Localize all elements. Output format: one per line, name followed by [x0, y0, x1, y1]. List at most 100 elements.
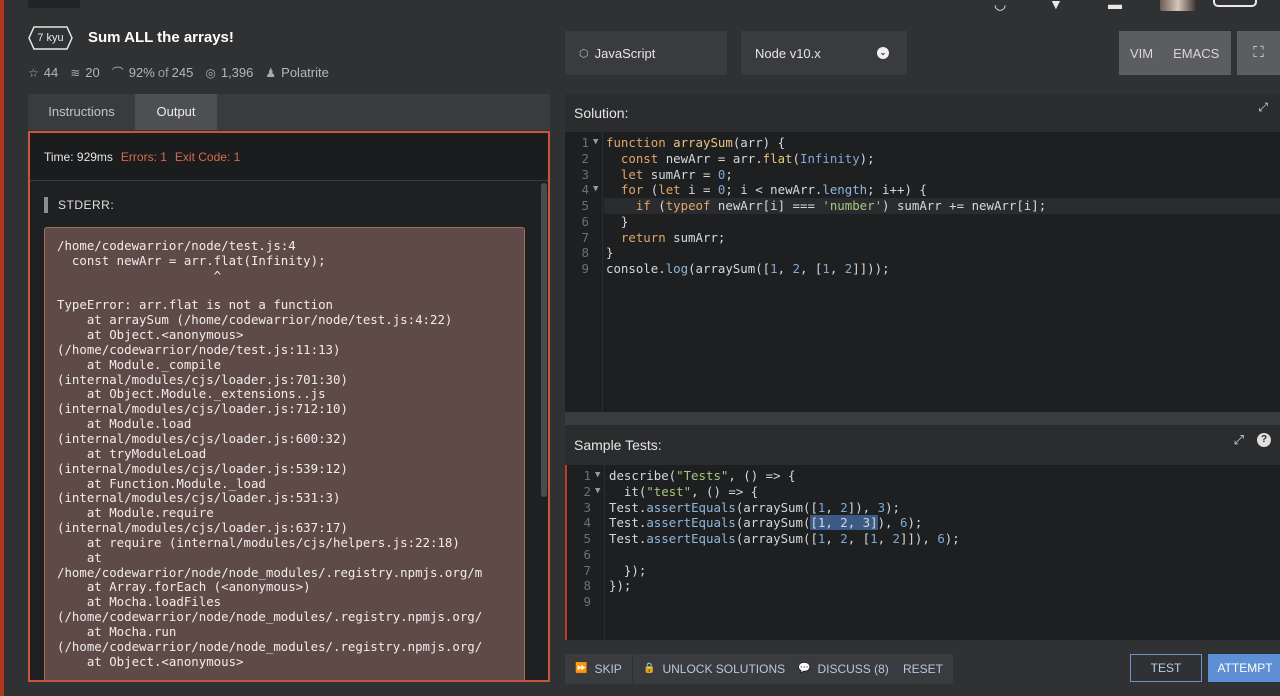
target-icon: ◎ [205, 65, 216, 80]
code-token: ; [725, 166, 733, 182]
code-text: if (typeof newArr[i] === 'number') sumAr… [606, 198, 1046, 214]
vim-mode-button[interactable]: VIM [1130, 46, 1153, 61]
help-icon[interactable]: ? [1257, 433, 1271, 447]
line-number: 6 [581, 213, 589, 229]
line-number: 7 [583, 562, 591, 578]
discuss-label: DISCUSS (8) [817, 662, 889, 676]
expand-icon[interactable]: ⤢ [1258, 94, 1268, 120]
code-text: Test.assertEquals(arraySum([1, 2, 3]), 6… [609, 515, 922, 531]
author-stat[interactable]: ♟ Polatrite [265, 65, 328, 80]
author-name[interactable]: Polatrite [281, 65, 329, 80]
completions-count: 1,396 [220, 65, 254, 80]
code-token: ; i < newArr. [725, 182, 823, 198]
line-number: 4 [581, 182, 589, 198]
code-token: ; i++) { [867, 182, 927, 198]
code-token: Test. [609, 499, 647, 515]
scrollbar-thumb[interactable] [541, 183, 547, 497]
code-token: assertEquals [646, 499, 736, 515]
sample-tests-label: Sample Tests: [574, 437, 662, 453]
fold-arrow-icon[interactable]: ▼ [595, 484, 600, 500]
lock-icon: 🔒 [643, 663, 656, 674]
panel-divider[interactable] [565, 412, 1280, 425]
line-number: 5 [581, 198, 589, 213]
discuss-button[interactable]: 💬 DISCUSS (8) [788, 654, 899, 684]
bookmark-icon[interactable]: ▼ [1049, 0, 1063, 11]
code-token: , () => { [728, 468, 796, 483]
unlock-solutions-button[interactable]: 🔒 UNLOCK SOLUTIONS [633, 654, 796, 684]
code-token: 2 [892, 531, 901, 546]
code-token: for [620, 182, 651, 198]
rainbow-icon: ⌒ [111, 66, 124, 80]
tab-output[interactable]: Output [135, 94, 217, 130]
code-text: } [606, 214, 628, 230]
code-token: }); [609, 562, 647, 578]
collections-stat[interactable]: ≋ 20 [70, 65, 100, 80]
test-button[interactable]: TEST [1130, 654, 1202, 682]
code-token: , [ [800, 261, 823, 276]
notification-dot-icon[interactable]: ◡ [994, 0, 1006, 11]
code-text: for (let i = 0; i < newArr.length; i++) … [606, 182, 927, 198]
code-token: "test" [646, 483, 692, 499]
reset-button[interactable]: RESET [893, 654, 954, 684]
code-token: let [658, 182, 689, 198]
line-number: 5 [583, 531, 591, 546]
language-selector[interactable]: ⬡ JavaScript [565, 31, 727, 75]
skip-button[interactable]: ⏩ SKIP [565, 654, 632, 684]
honor-pill[interactable] [1213, 0, 1257, 7]
fold-arrow-icon[interactable]: ▼ [593, 135, 598, 151]
code-token: if [635, 198, 659, 213]
line-number: 9 [581, 261, 589, 276]
left-accent-bar [0, 0, 4, 696]
sample-tests-editor[interactable]: 1 ▼ describe("Tests", () => {2 ▼ it("test",… [565, 465, 1280, 640]
fullscreen-icon[interactable]: ⛶ [1237, 31, 1280, 75]
solution-editor[interactable]: 1 ▼ function arraySum(arr) {2 const newArr… [565, 132, 1280, 412]
code-token: , [877, 531, 893, 546]
tab-instructions[interactable]: Instructions [28, 94, 135, 130]
language-label: JavaScript [594, 45, 656, 61]
code-token: ( [658, 198, 666, 213]
chevron-down-icon: ⌄ [877, 47, 889, 59]
code-text: let sumArr = 0; [606, 167, 733, 183]
code-token: describe( [609, 468, 677, 483]
code-token: ]])); [852, 261, 890, 276]
line-number: 2 [581, 150, 589, 166]
expand-icon[interactable]: ⤢ [1234, 425, 1244, 455]
code-token: 2 [792, 261, 800, 276]
runtime-version-select[interactable]: Node v10.x ⌄ [741, 31, 907, 75]
output-scrollbar[interactable] [540, 181, 548, 680]
satisfaction-stat: ⌒ 92% of 245 [112, 64, 194, 81]
code-token: const [620, 150, 666, 166]
code-text: const newArr = arr.flat(Infinity); [606, 151, 875, 167]
editor-mode-toggle: VIM EMACS [1119, 31, 1231, 75]
code-token: 2 [840, 531, 848, 546]
code-token: return [620, 229, 674, 245]
code-token: 'number' [822, 198, 883, 213]
chat-icon: 💬 [798, 663, 811, 674]
code-token: Infinity [799, 150, 860, 166]
code-token: , [829, 261, 845, 276]
completions-stat: ◎ 1,396 [205, 65, 253, 80]
bell-icon[interactable]: ▬ [1108, 0, 1122, 11]
code-token: typeof [665, 198, 718, 213]
user-avatar[interactable] [1160, 0, 1196, 11]
fold-arrow-icon[interactable]: ▼ [593, 182, 598, 198]
attempt-button[interactable]: ATTEMPT [1208, 654, 1280, 682]
solution-header: Solution: ⤢ [565, 94, 1280, 132]
stars-stat[interactable]: ☆ 44 [28, 65, 58, 80]
unlock-label: UNLOCK SOLUTIONS [662, 662, 786, 676]
top-nav-tab[interactable] [28, 0, 80, 8]
stderr-output: /home/codewarrior/node/test.js:4 const n… [44, 227, 525, 680]
error-count: Errors: 1 [120, 149, 167, 164]
code-token: Test. [609, 515, 647, 531]
code-token: arraySum [673, 135, 733, 150]
kata-title: Sum ALL the arrays! [88, 29, 234, 46]
runtime-label: Node v10.x [755, 45, 821, 61]
line-number: 1 [581, 135, 589, 150]
code-token: 2 [840, 499, 848, 515]
kyu-rank-badge: 7 kyu [28, 26, 73, 50]
star-icon: ☆ [28, 65, 39, 80]
fold-arrow-icon[interactable]: ▼ [595, 468, 600, 484]
emacs-mode-button[interactable]: EMACS [1173, 46, 1219, 61]
